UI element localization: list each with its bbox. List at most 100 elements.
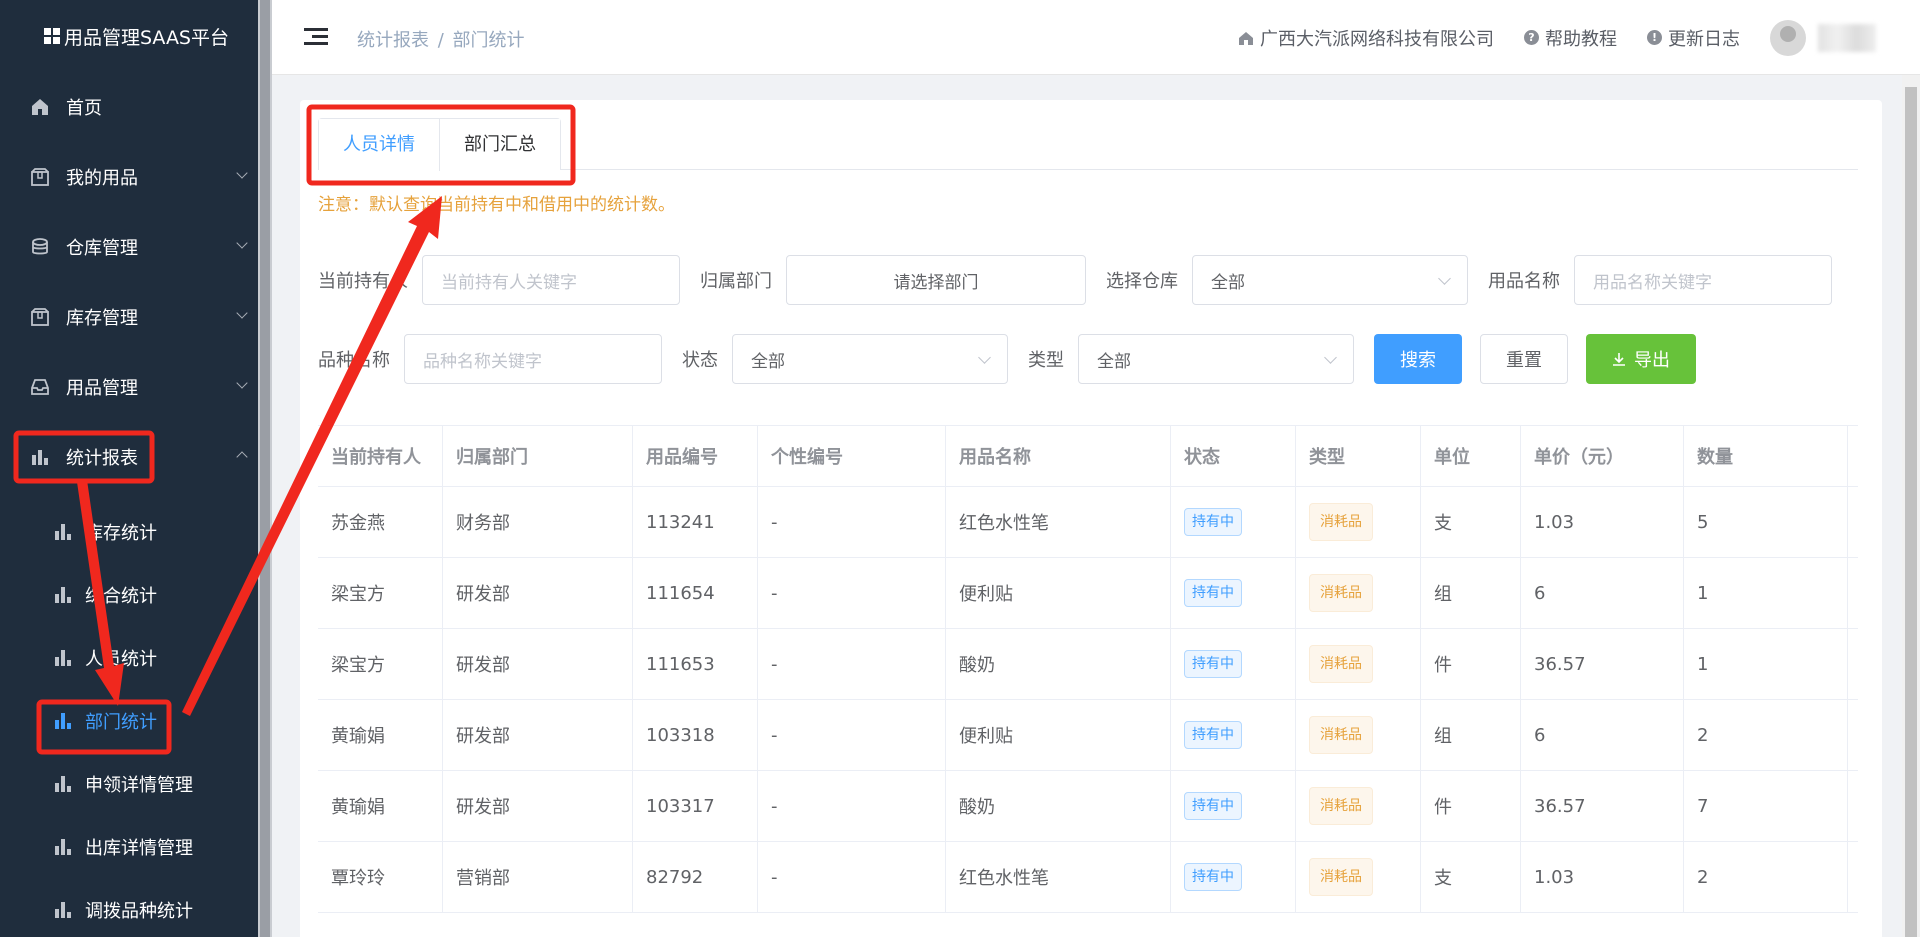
type-badge: 消耗品 xyxy=(1309,858,1373,896)
sidebar-subitem-outbound-details[interactable]: 出库详情管理 xyxy=(0,815,258,878)
avatar[interactable] xyxy=(1770,19,1806,56)
reset-button[interactable]: 重置 xyxy=(1480,334,1568,384)
inbox-icon xyxy=(30,377,50,397)
sidebar-item-supplies[interactable]: 用品管理 xyxy=(0,352,258,422)
type-select[interactable]: 全部 xyxy=(1078,334,1354,384)
holder-placeholder: 当前持有人关键字 xyxy=(441,272,577,293)
table-header-cell[interactable]: 类型 xyxy=(1296,426,1421,486)
sidebar-item-reports[interactable]: 统计报表 xyxy=(0,422,258,492)
sidebar-scrollbar[interactable] xyxy=(258,0,272,937)
warehouse-select[interactable]: 全部 xyxy=(1192,255,1468,305)
table-header-cell[interactable]: 数量 xyxy=(1684,426,1848,486)
table-row[interactable]: 覃玲玲 营销部 82792- 红色水性笔 持有中 消耗品 支 1.03 2 xyxy=(318,842,1858,913)
table-cell: 持有中 xyxy=(1171,771,1296,841)
sidebar-subitem-label: 库存统计 xyxy=(85,522,157,544)
sidebar-item-my-items[interactable]: 我的用品 xyxy=(0,142,258,212)
table-header-cell[interactable]: 当前持有人 xyxy=(318,426,443,486)
type-value: 全部 xyxy=(1097,351,1131,372)
holder-label: 当前持有人 xyxy=(318,271,408,292)
type-badge: 消耗品 xyxy=(1309,503,1373,541)
table-cell: 梁宝方 xyxy=(318,629,443,699)
holder-input[interactable]: 当前持有人关键字 xyxy=(422,255,680,305)
table-cell: 苏金燕 xyxy=(318,487,443,557)
table-cell: 1.03 xyxy=(1521,842,1684,912)
sidebar-subitem-stock-stats[interactable]: 库存统计 xyxy=(0,500,258,563)
sidebar-subitem-label: 出库详情管理 xyxy=(85,837,193,859)
chevron-down-icon xyxy=(236,167,248,179)
table-cell: - xyxy=(758,771,946,841)
page-scrollbar[interactable] xyxy=(1902,75,1920,937)
tab-person-details[interactable]: 人员详情 xyxy=(319,119,440,171)
table-row[interactable]: 苏金燕 财务部 113241- 红色水性笔 持有中 消耗品 支 1.03 5 xyxy=(318,487,1858,558)
table-cell: 111653 xyxy=(633,629,758,699)
sidebar-subitem-overall-stats[interactable]: 综合统计 xyxy=(0,563,258,626)
table-cell: 红色水性笔 xyxy=(946,842,1171,912)
status-badge: 持有中 xyxy=(1184,650,1242,678)
export-button[interactable]: 导出 xyxy=(1586,334,1696,384)
dept-value: 请选择部门 xyxy=(893,272,979,293)
box-icon xyxy=(30,307,50,327)
bar-chart-icon xyxy=(55,712,72,729)
table-header-cell[interactable]: 单位 xyxy=(1421,426,1521,486)
sidebar-subitem-dept-stats[interactable]: 部门统计 xyxy=(0,689,258,752)
table-cell: 消耗品 xyxy=(1296,842,1421,912)
sidebar-item-warehouse[interactable]: 仓库管理 xyxy=(0,212,258,282)
table-cell: 103317 xyxy=(633,771,758,841)
changelog-link[interactable]: ! 更新日志 xyxy=(1647,25,1740,51)
breadcrumb-parent[interactable]: 统计报表 xyxy=(357,30,429,51)
table-cell: 财务部 xyxy=(443,487,633,557)
table-cell: 支 xyxy=(1421,842,1521,912)
company-link[interactable]: 广西大汽派网络科技有限公司 xyxy=(1238,25,1494,51)
sidebar-subitem-person-stats[interactable]: 人员统计 xyxy=(0,626,258,689)
type-badge: 消耗品 xyxy=(1309,716,1373,754)
sidebar-item-label: 首页 xyxy=(66,98,102,119)
status-badge: 持有中 xyxy=(1184,579,1242,607)
bar-chart-icon xyxy=(55,586,72,603)
table-cell: 消耗品 xyxy=(1296,771,1421,841)
search-button[interactable]: 搜索 xyxy=(1374,334,1462,384)
dept-select[interactable]: 请选择部门 xyxy=(786,255,1086,305)
table-header-cell[interactable]: 单价（元） xyxy=(1521,426,1684,486)
database-icon xyxy=(30,237,50,257)
sidebar-subitem-transfer-stats[interactable]: 调拨品种统计 xyxy=(0,878,258,937)
user-name-blurred[interactable] xyxy=(1818,23,1876,52)
table-header-cell[interactable]: 用品编号 xyxy=(633,426,758,486)
table-row[interactable]: 梁宝方 研发部 111654- 便利贴 持有中 消耗品 组 6 1 xyxy=(318,558,1858,629)
brand[interactable]: 用品管理SAAS平台 xyxy=(0,0,258,72)
variety-input[interactable]: 品种名称关键字 xyxy=(404,334,662,384)
table-header-cell[interactable]: 个性编号 xyxy=(758,426,946,486)
menu-toggle-icon[interactable] xyxy=(304,28,328,46)
table-header-cell[interactable]: 归属部门 xyxy=(443,426,633,486)
table-header-cell[interactable]: 用品名称 xyxy=(946,426,1171,486)
table-cell: 便利贴 xyxy=(946,700,1171,770)
status-badge: 持有中 xyxy=(1184,863,1242,891)
chevron-down-icon xyxy=(1324,351,1337,364)
sidebar-subitem-claim-details[interactable]: 申领详情管理 xyxy=(0,752,258,815)
table-cell: 1 xyxy=(1684,629,1848,699)
table-header-cell[interactable]: 状态 xyxy=(1171,426,1296,486)
sidebar-item-home[interactable]: 首页 xyxy=(0,72,258,142)
table-cell: 研发部 xyxy=(443,629,633,699)
table-cell: 36.57 xyxy=(1521,629,1684,699)
item-name-label: 用品名称 xyxy=(1488,271,1560,292)
data-table: 当前持有人 归属部门 用品编号 个性编号 用品名称 状态 类型 单位 单价（元）… xyxy=(318,425,1858,913)
home-icon xyxy=(30,97,50,117)
item-name-input[interactable]: 用品名称关键字 xyxy=(1574,255,1832,305)
scrollbar-thumb[interactable] xyxy=(260,0,270,937)
content-card: 人员详情 部门汇总 注意：默认查询当前持有中和借用中的统计数。 当前持有人 当前… xyxy=(300,100,1882,937)
table-row[interactable]: 黄瑜娟 研发部 103318- 便利贴 持有中 消耗品 组 6 2 xyxy=(318,700,1858,771)
table-cell: 覃玲玲 xyxy=(318,842,443,912)
table-row[interactable]: 黄瑜娟 研发部 103317- 酸奶 持有中 消耗品 件 36.57 7 xyxy=(318,771,1858,842)
table-row[interactable]: 梁宝方 研发部 111653- 酸奶 持有中 消耗品 件 36.57 1 xyxy=(318,629,1858,700)
table-cell: - xyxy=(758,842,946,912)
changelog-label: 更新日志 xyxy=(1668,28,1740,50)
tab-bar: 人员详情 部门汇总 xyxy=(318,118,1858,171)
scrollbar-thumb[interactable] xyxy=(1905,87,1917,937)
table-cell: 持有中 xyxy=(1171,629,1296,699)
tab-dept-summary[interactable]: 部门汇总 xyxy=(440,119,560,171)
table-cell: - xyxy=(758,487,946,557)
sidebar-item-stock[interactable]: 库存管理 xyxy=(0,282,258,352)
sidebar-item-label: 仓库管理 xyxy=(66,238,138,259)
status-select[interactable]: 全部 xyxy=(732,334,1008,384)
help-link[interactable]: ? 帮助教程 xyxy=(1524,25,1617,51)
